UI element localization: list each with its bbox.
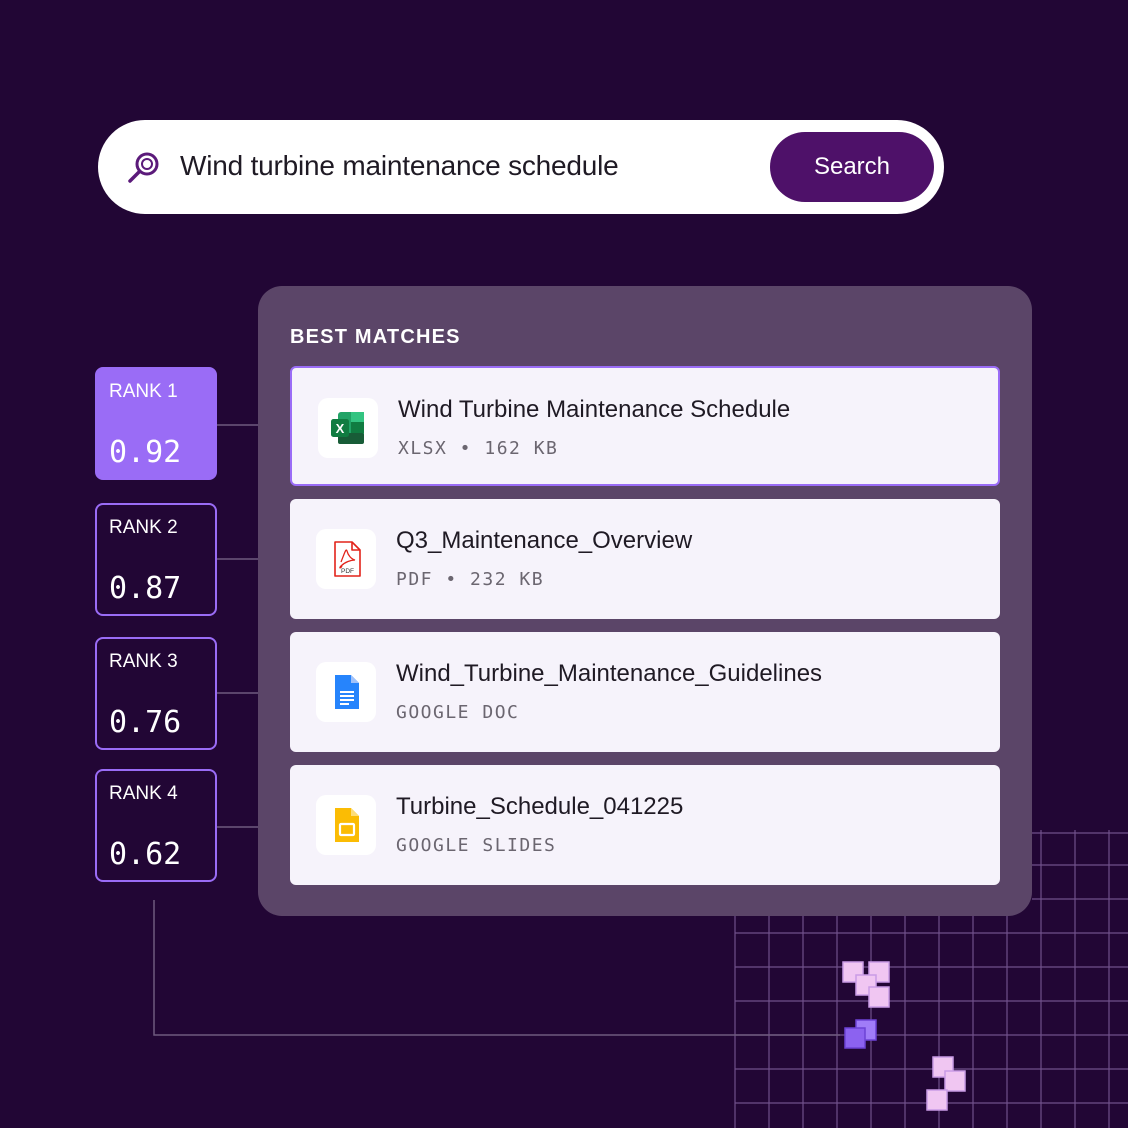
rank-score: 0.62 [109, 837, 182, 872]
search-icon [128, 152, 159, 183]
rank-card-3: RANK 3 0.76 [95, 637, 217, 750]
results-heading: BEST MATCHES [290, 326, 461, 348]
result-card-2[interactable]: PDF Q3_Maintenance_Overview PDF • 232 KB [290, 499, 1000, 619]
svg-text:X: X [336, 421, 345, 436]
excel-icon: X [318, 398, 378, 458]
rank-score: 0.87 [109, 571, 182, 606]
google-doc-icon [316, 662, 376, 722]
rank-score: 0.76 [109, 705, 182, 740]
google-slides-icon [316, 795, 376, 855]
search-input[interactable]: Wind turbine maintenance schedule [180, 150, 619, 182]
rank-score: 0.92 [109, 435, 182, 470]
result-card-4[interactable]: Turbine_Schedule_041225 GOOGLE SLIDES [290, 765, 1000, 885]
rank-card-1: RANK 1 0.92 [95, 367, 217, 480]
result-title[interactable]: Q3_Maintenance_Overview [396, 527, 692, 555]
rank-label: RANK 4 [109, 783, 178, 804]
rank-card-2: RANK 2 0.87 [95, 503, 217, 616]
result-card-3[interactable]: Wind_Turbine_Maintenance_Guidelines GOOG… [290, 632, 1000, 752]
floating-blocks [842, 961, 966, 1111]
rank-label: RANK 1 [109, 381, 178, 402]
rank-card-4: RANK 4 0.62 [95, 769, 217, 882]
result-title[interactable]: Wind Turbine Maintenance Schedule [398, 396, 790, 424]
pdf-icon: PDF [316, 529, 376, 589]
result-card-1[interactable]: X Wind Turbine Maintenance Schedule XLSX… [290, 366, 1000, 486]
result-meta: PDF • 232 KB [396, 569, 545, 590]
result-meta: XLSX • 162 KB [398, 438, 559, 459]
result-meta: GOOGLE DOC [396, 702, 520, 723]
result-meta: GOOGLE SLIDES [396, 835, 557, 856]
search-button[interactable]: Search [770, 132, 934, 202]
pdf-icon-text: PDF [341, 568, 354, 575]
result-title[interactable]: Wind_Turbine_Maintenance_Guidelines [396, 660, 822, 688]
rank-label: RANK 2 [109, 517, 178, 538]
result-title[interactable]: Turbine_Schedule_041225 [396, 793, 683, 821]
rank-label: RANK 3 [109, 651, 178, 672]
